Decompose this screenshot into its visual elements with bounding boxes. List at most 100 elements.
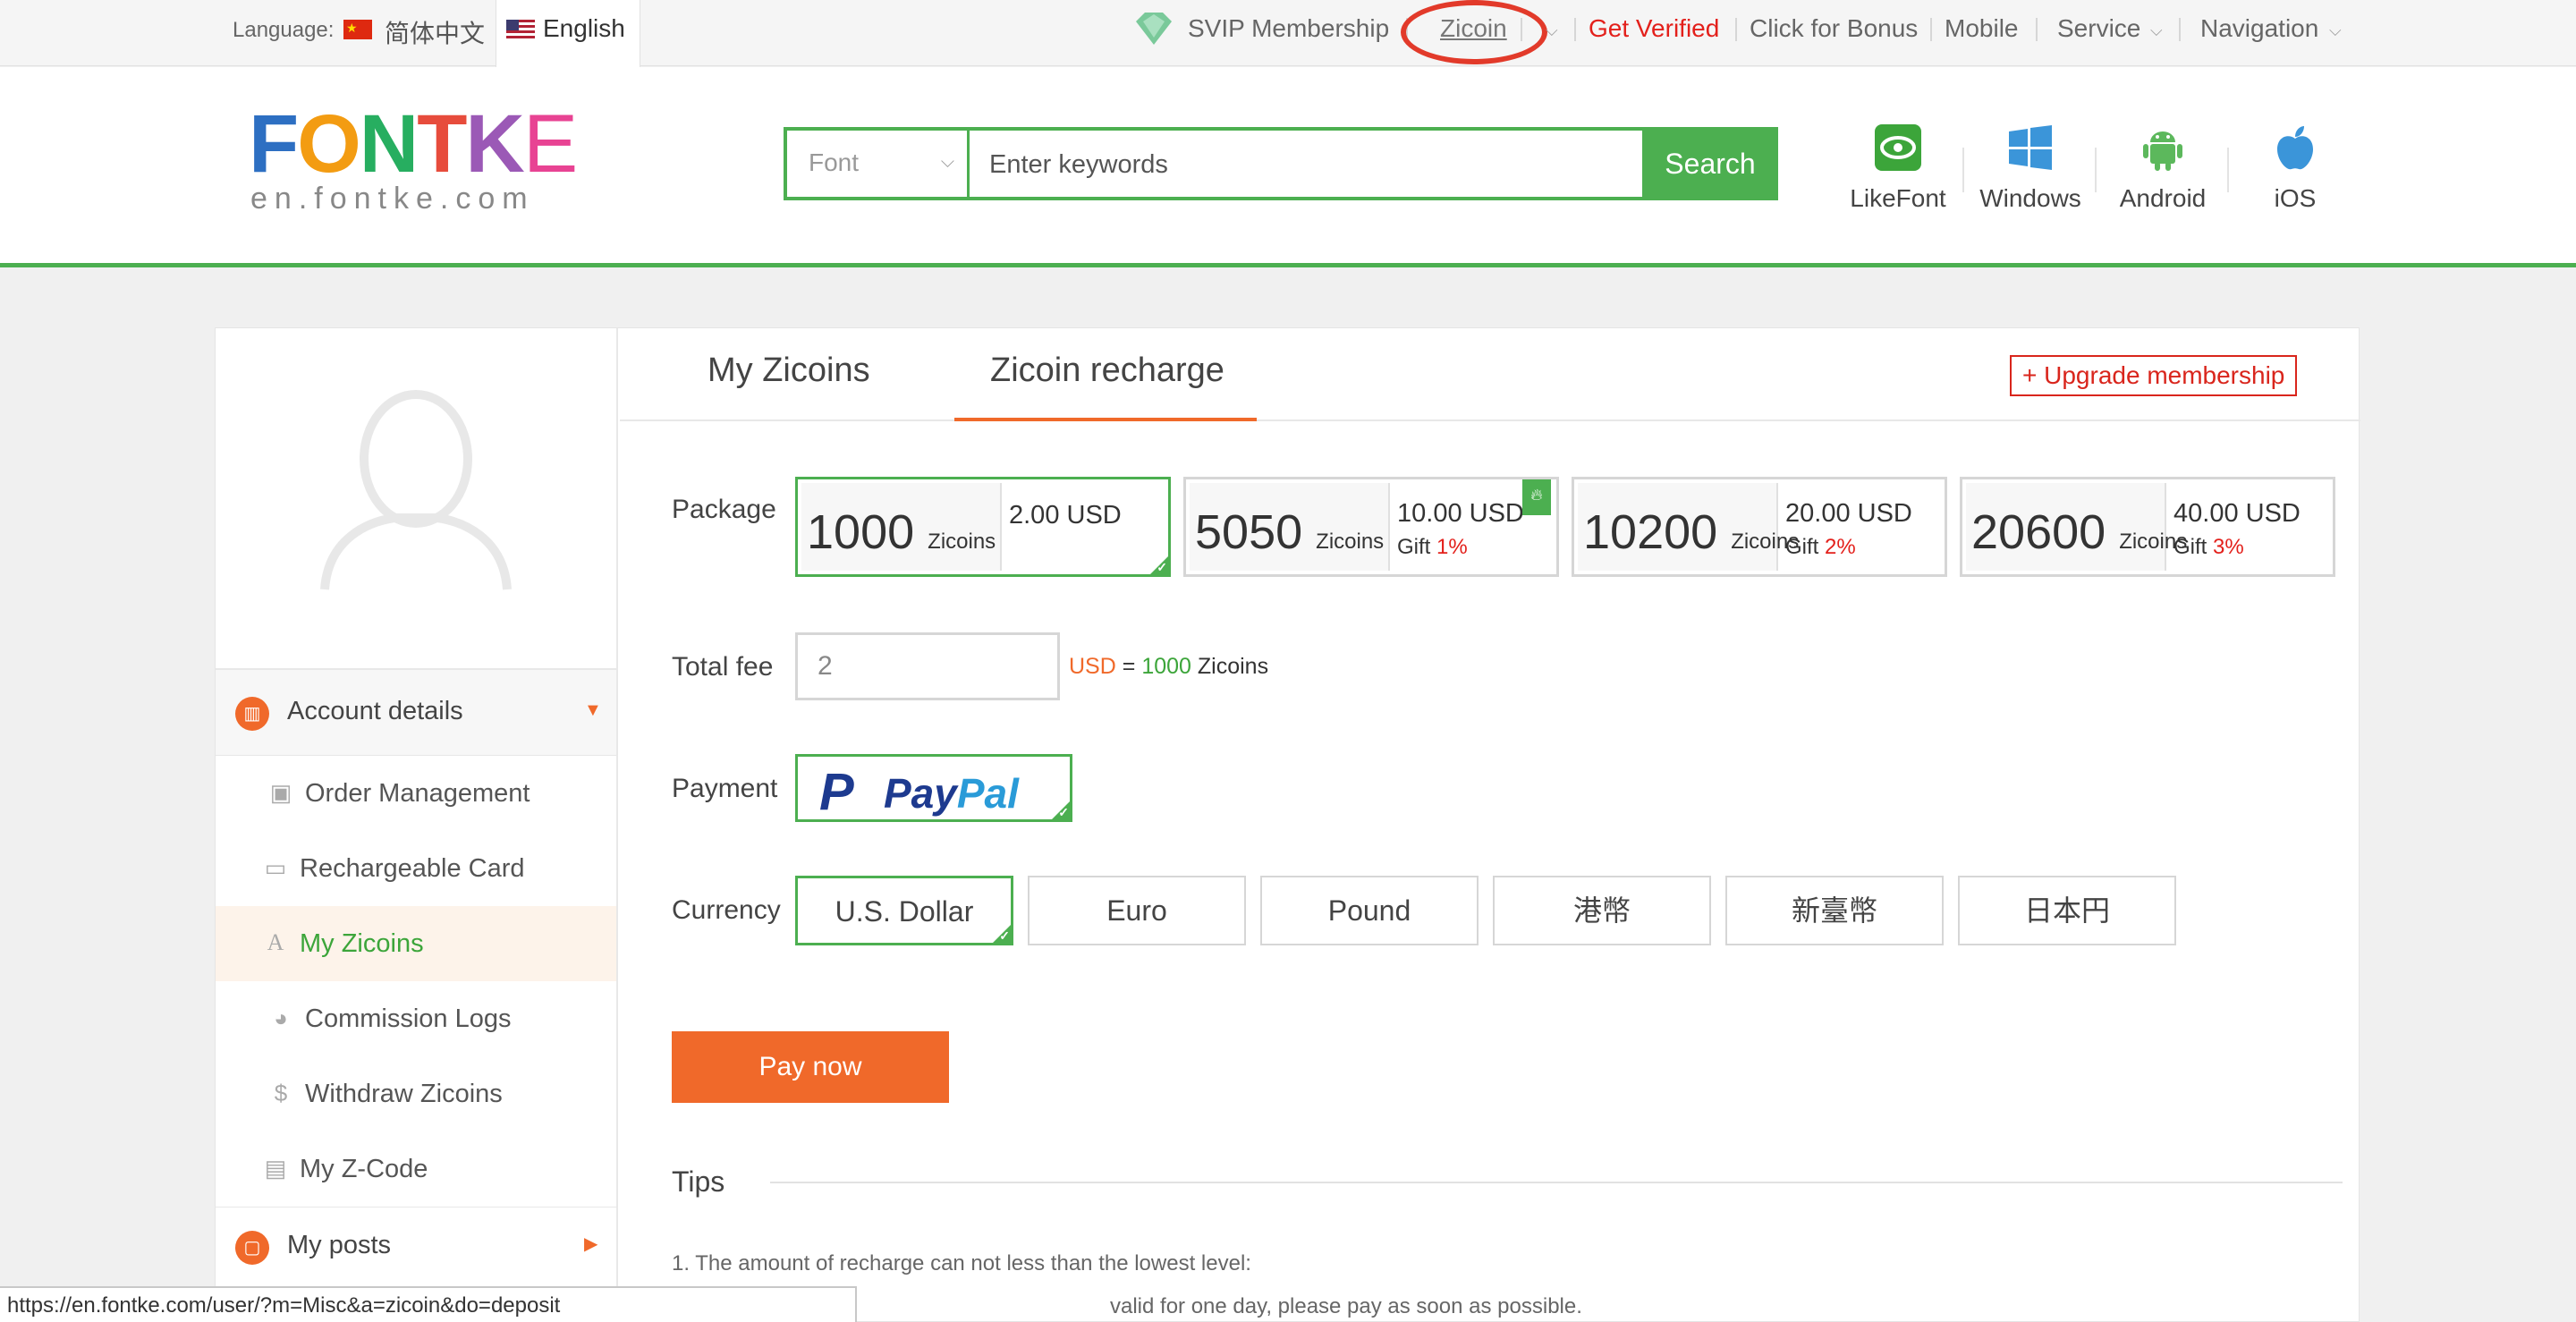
- language-chinese-link[interactable]: 简体中文: [385, 14, 485, 50]
- mobile-link[interactable]: Mobile: [1945, 14, 2018, 43]
- package-option-1000[interactable]: 1000 Zicoins 2.00 USD ✓: [795, 477, 1171, 577]
- currency-option-twd[interactable]: 新臺幣: [1725, 876, 1944, 945]
- app-android[interactable]: Android: [2109, 123, 2216, 213]
- package-option-20600[interactable]: 20600 Zicoins 40.00 USD Gift 3%: [1960, 477, 2335, 577]
- sidebar-item-my-z-code[interactable]: ▤ My Z-Code: [216, 1131, 616, 1207]
- click-for-bonus-link[interactable]: Click for Bonus: [1750, 14, 1918, 43]
- paypal-option[interactable]: P PayPal ✓: [795, 754, 1072, 822]
- sidebar-item-order-management[interactable]: ▣ Order Management: [216, 756, 616, 831]
- get-verified-link[interactable]: Get Verified: [1589, 14, 1719, 43]
- search-button[interactable]: Search: [1642, 127, 1778, 200]
- currency-option-label: 日本円: [2023, 894, 2110, 927]
- search-category-select[interactable]: Font ⌵: [787, 131, 970, 197]
- package-amount: 10200 Zicoins: [1583, 505, 1800, 559]
- app-windows[interactable]: Windows: [1977, 123, 2084, 213]
- app-windows-label: Windows: [1979, 184, 2081, 212]
- package-price: 2.00 USD: [1009, 501, 1122, 530]
- total-fee-label: Total fee: [672, 652, 774, 682]
- site-header: FONTKE en.fontke.com Font ⌵ Search LikeF…: [0, 67, 2576, 267]
- tab-my-zicoins[interactable]: My Zicoins: [708, 352, 870, 390]
- sidebar: ▥ Account details ▼ ▣ Order Management ▭…: [216, 328, 618, 1322]
- card-icon: ▭: [264, 854, 287, 881]
- chevron-down-icon[interactable]: ⌵: [1546, 21, 1558, 40]
- sidebar-group-label: Account details: [287, 697, 463, 725]
- account-card: ▥ Account details ▼ ▣ Order Management ▭…: [215, 327, 2360, 1322]
- package-option-5050[interactable]: 5050 Zicoins 10.00 USD Gift 1% 🔥︎: [1183, 477, 1559, 577]
- currency-option-label: 新臺幣: [1791, 894, 1877, 927]
- divider: [1962, 148, 1964, 192]
- currency-option-usd[interactable]: U.S. Dollar ✓: [795, 876, 1013, 945]
- fontke-logo[interactable]: FONTKE en.fontke.com: [249, 98, 581, 216]
- divider: [1521, 18, 1522, 41]
- divider: [2179, 18, 2181, 41]
- app-android-label: Android: [2119, 184, 2207, 212]
- total-fee-field[interactable]: [795, 632, 1060, 700]
- sidebar-group-my-posts[interactable]: ▢ My posts ▶: [216, 1207, 616, 1292]
- android-icon: [2143, 131, 2182, 171]
- package-label: Package: [672, 495, 776, 524]
- package-price: 10.00 USD: [1397, 499, 1524, 528]
- tab-bar: My Zicoins Zicoin recharge + Upgrade mem…: [620, 328, 2360, 421]
- currency-option-jpy[interactable]: 日本円: [1958, 876, 2176, 945]
- service-menu[interactable]: Service: [2057, 14, 2140, 43]
- us-flag-icon: [506, 20, 535, 39]
- app-ios-label: iOS: [2274, 184, 2317, 212]
- divider: [2095, 148, 2097, 192]
- search-bar: Font ⌵ Search: [784, 127, 1778, 200]
- caret-down-icon: ▼: [584, 700, 602, 720]
- sidebar-item-label: Rechargeable Card: [300, 854, 525, 883]
- top-bar: Language: 简体中文 English SVIP Membership Z…: [0, 0, 2576, 67]
- sidebar-group-account-details[interactable]: ▥ Account details ▼: [216, 670, 616, 756]
- tab-zicoin-recharge[interactable]: Zicoin recharge: [990, 352, 1224, 390]
- search-category-value: Font: [809, 148, 860, 176]
- checkmark-icon: ✓: [999, 928, 1010, 943]
- chart-icon: ▥: [235, 697, 269, 731]
- chevron-down-icon: ⌵: [940, 152, 954, 172]
- sidebar-item-my-zicoins[interactable]: A My Zicoins: [216, 906, 616, 981]
- currency-option-eur[interactable]: Euro: [1028, 876, 1246, 945]
- sidebar-item-rechargeable-card[interactable]: ▭ Rechargeable Card: [216, 831, 616, 906]
- annotation-circle: [1401, 0, 1547, 64]
- logo-subtitle: en.fontke.com: [250, 182, 535, 216]
- package-amount-box: 5050 Zicoins: [1190, 483, 1390, 571]
- money-icon: ▣: [269, 779, 292, 806]
- currency-option-label: 港幣: [1572, 894, 1631, 927]
- app-likefont[interactable]: LikeFont: [1844, 123, 1952, 213]
- status-url: https://en.fontke.com/user/?m=Misc&a=zic…: [7, 1293, 561, 1318]
- language-label: Language:: [233, 18, 335, 42]
- caret-right-icon: ▶: [584, 1234, 598, 1254]
- avatar-placeholder-icon[interactable]: [316, 378, 516, 597]
- svip-membership-link[interactable]: SVIP Membership: [1188, 14, 1389, 43]
- currency-label: Currency: [672, 895, 781, 925]
- letter-a-icon: A: [267, 929, 284, 955]
- checkmark-icon: ✓: [1058, 805, 1069, 819]
- currency-option-label: Euro: [1106, 894, 1167, 927]
- divider: [2036, 18, 2038, 41]
- upgrade-membership-button[interactable]: + Upgrade membership: [2010, 355, 2298, 396]
- package-amount: 5050 Zicoins: [1195, 505, 1385, 559]
- logo-wordmark: FONTKE: [249, 98, 578, 190]
- package-option-10200[interactable]: 10200 Zicoins 20.00 USD Gift 2%: [1572, 477, 1947, 577]
- navigation-menu[interactable]: Navigation: [2200, 14, 2318, 43]
- china-flag-icon: [343, 20, 372, 39]
- package-amount: 20600 Zicoins: [1971, 505, 2188, 559]
- sidebar-group-label: My posts: [287, 1231, 392, 1259]
- app-ios[interactable]: iOS: [2241, 123, 2349, 213]
- divider: [1930, 18, 1932, 41]
- diamond-icon: [1136, 13, 1172, 45]
- sidebar-item-withdraw-zicoins[interactable]: $ Withdraw Zicoins: [216, 1056, 616, 1131]
- likefont-icon: [1875, 124, 1921, 171]
- currency-option-hkd[interactable]: 港幣: [1493, 876, 1711, 945]
- payment-label: Payment: [672, 774, 778, 803]
- tip-line: valid for one day, please pay as soon as…: [1110, 1294, 1582, 1318]
- sidebar-item-label: Order Management: [305, 779, 530, 808]
- search-input[interactable]: [989, 147, 1526, 182]
- currency-option-gbp[interactable]: Pound: [1260, 876, 1479, 945]
- sidebar-item-commission-logs[interactable]: ◕ Commission Logs: [216, 981, 616, 1056]
- currency-option-label: Pound: [1327, 894, 1411, 927]
- tips-title: Tips: [672, 1165, 725, 1198]
- language-english-link[interactable]: English: [543, 14, 625, 43]
- package-price: 40.00 USD: [2174, 499, 2301, 528]
- package-price: 20.00 USD: [1785, 499, 1912, 528]
- pay-now-button[interactable]: Pay now: [672, 1031, 949, 1103]
